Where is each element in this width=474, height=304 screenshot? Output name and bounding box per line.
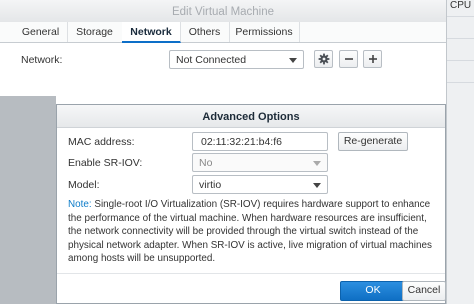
background-panel: CPU	[446, 0, 474, 304]
network-label: Network:	[21, 54, 63, 66]
model-label: Model:	[68, 179, 100, 191]
tab-general[interactable]: General	[14, 22, 68, 42]
window-title: Edit Virtual Machine	[0, 0, 446, 23]
sriov-note: Note: Single-root I/O Virtualization (SR…	[68, 198, 440, 266]
cpu-label: CPU	[450, 0, 472, 11]
sriov-select-value: No	[199, 157, 213, 169]
divider	[447, 60, 474, 61]
network-select-value: Not Connected	[176, 54, 247, 66]
chevron-down-icon	[313, 161, 321, 166]
note-prefix: Note:	[68, 199, 92, 210]
model-select-value: virtio	[199, 179, 222, 191]
divider	[447, 38, 474, 39]
add-network-button[interactable]	[363, 50, 382, 68]
gear-icon	[318, 53, 329, 65]
tab-network[interactable]: Network	[122, 22, 181, 43]
divider	[57, 273, 445, 274]
cancel-button[interactable]: Cancel	[402, 281, 446, 301]
tab-permissions[interactable]: Permissions	[229, 22, 300, 42]
network-select[interactable]: Not Connected	[169, 50, 304, 69]
dialog-title: Advanced Options	[57, 105, 445, 128]
chevron-down-icon	[313, 183, 321, 188]
tab-storage[interactable]: Storage	[67, 22, 123, 42]
divider	[447, 82, 474, 83]
plus-icon	[368, 55, 377, 63]
sriov-label: Enable SR-IOV:	[68, 157, 143, 169]
regenerate-button[interactable]: Re-generate	[338, 132, 408, 151]
mac-address-label: MAC address:	[68, 136, 135, 148]
advanced-options-dialog: Advanced Options MAC address: 02:11:32:2…	[56, 104, 446, 304]
mac-address-input[interactable]: 02:11:32:21:b4:f6	[192, 132, 328, 151]
overlay-shade	[0, 96, 56, 304]
note-text: Single-root I/O Virtualization (SR-IOV) …	[68, 199, 432, 264]
chevron-down-icon	[289, 58, 297, 63]
minus-icon	[344, 58, 353, 60]
ok-button[interactable]: OK	[340, 281, 406, 301]
sriov-select[interactable]: No	[192, 153, 328, 172]
tab-others[interactable]: Others	[180, 22, 230, 42]
divider	[447, 16, 474, 17]
remove-network-button[interactable]	[339, 50, 358, 68]
model-select[interactable]: virtio	[192, 175, 328, 194]
tab-bar: General Storage Network Others Permissio…	[0, 22, 446, 43]
network-settings-button[interactable]	[314, 50, 333, 68]
